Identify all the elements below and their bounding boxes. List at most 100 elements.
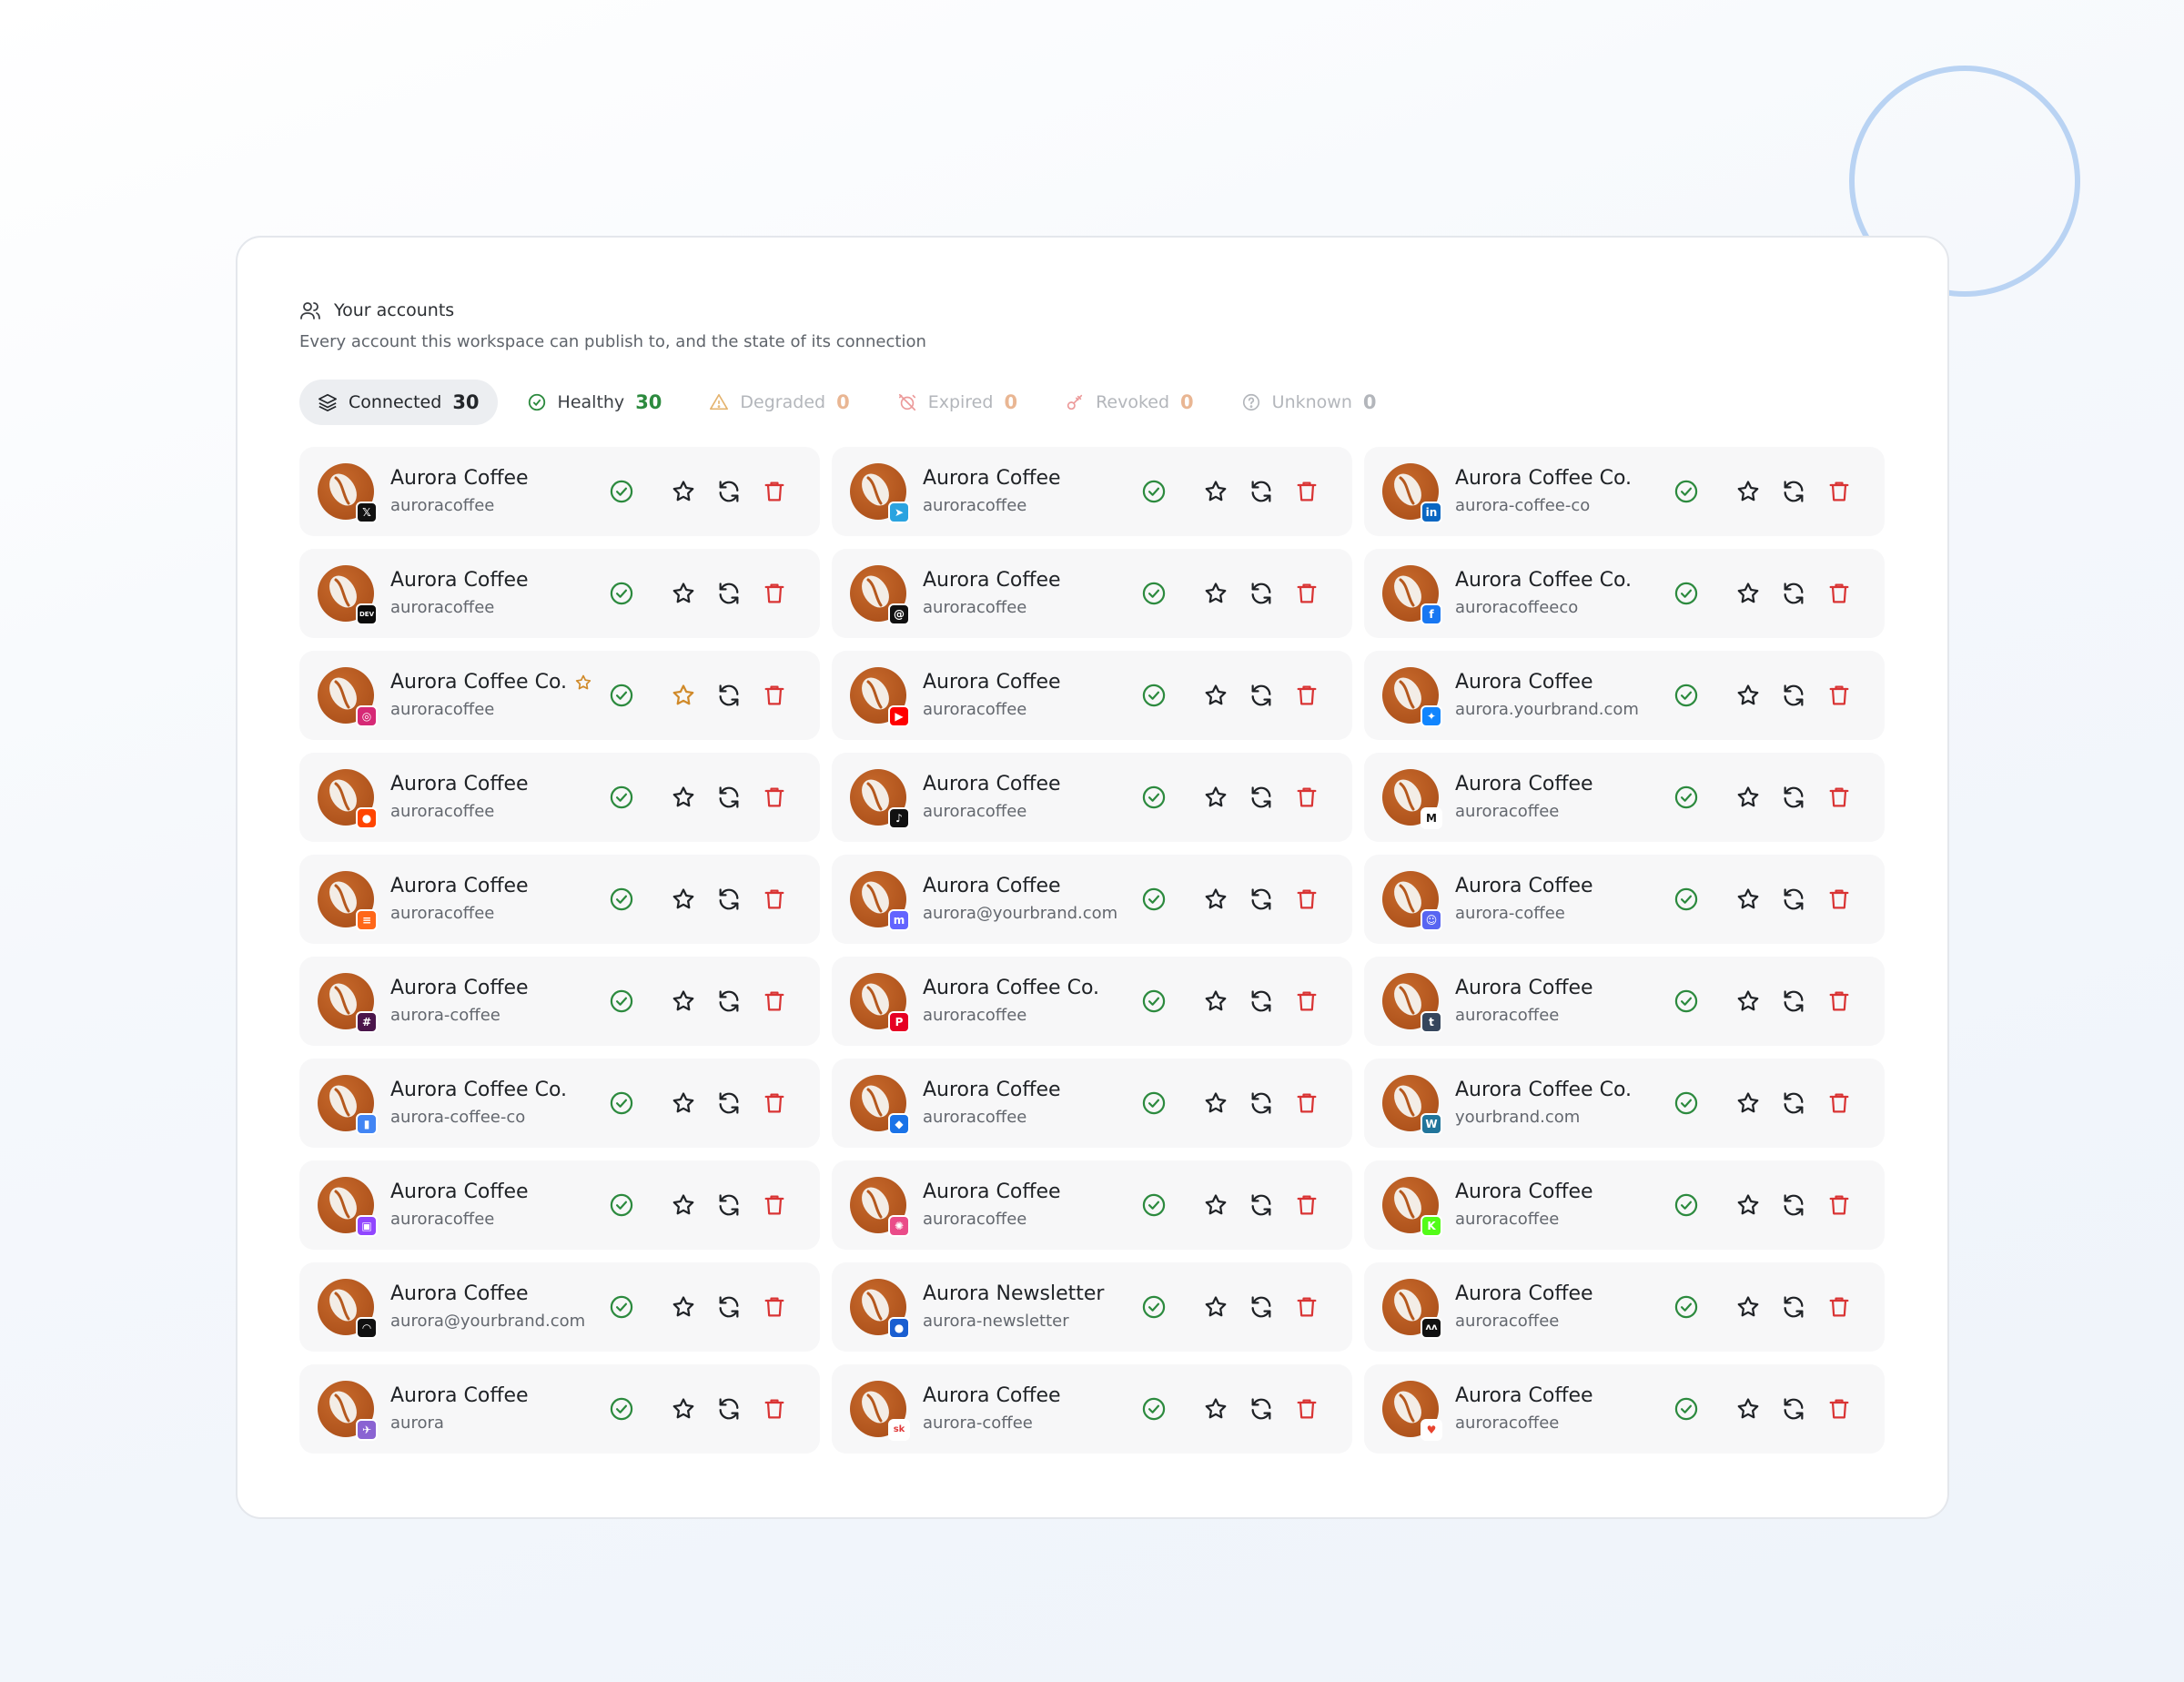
delete-trash-icon[interactable] (1294, 1396, 1320, 1422)
delete-trash-icon[interactable] (1294, 479, 1320, 504)
reconnect-refresh-icon[interactable] (716, 581, 742, 606)
account-card-tumblr[interactable]: t Aurora Coffee auroracoffee (1364, 957, 1885, 1046)
filter-connected[interactable]: Connected 30 (299, 380, 498, 425)
favorite-star-icon[interactable] (671, 479, 696, 504)
account-card-lemmy[interactable]: ◠ Aurora Coffee aurora@yourbrand.com (299, 1262, 820, 1352)
favorite-star-icon[interactable] (1203, 683, 1228, 708)
delete-trash-icon[interactable] (1294, 988, 1320, 1014)
delete-trash-icon[interactable] (762, 1090, 787, 1116)
reconnect-refresh-icon[interactable] (716, 1396, 742, 1422)
account-card-google-business[interactable]: ▮ Aurora Coffee Co. aurora-coffee-co (299, 1059, 820, 1148)
account-card-devto[interactable]: DEV Aurora Coffee auroracoffee (299, 549, 820, 638)
reconnect-refresh-icon[interactable] (1249, 988, 1274, 1014)
account-card-reddit[interactable]: ● Aurora Coffee auroracoffee (299, 753, 820, 842)
account-card-wordpress[interactable]: W Aurora Coffee Co. yourbrand.com (1364, 1059, 1885, 1148)
delete-trash-icon[interactable] (762, 479, 787, 504)
favorite-star-icon[interactable] (1203, 785, 1228, 810)
account-card-mastodon[interactable]: m Aurora Coffee aurora@yourbrand.com (832, 855, 1352, 944)
favorite-star-icon[interactable] (1203, 1396, 1228, 1422)
favorite-star-icon[interactable] (1203, 581, 1228, 606)
account-card-facebook[interactable]: f Aurora Coffee Co. auroracoffeeco (1364, 549, 1885, 638)
reconnect-refresh-icon[interactable] (1781, 1396, 1806, 1422)
reconnect-refresh-icon[interactable] (1781, 479, 1806, 504)
favorite-star-icon[interactable] (1735, 1090, 1761, 1116)
account-card-telegram[interactable]: ➤ Aurora Coffee auroracoffee (832, 447, 1352, 536)
account-card-twitch[interactable]: ▣ Aurora Coffee auroracoffee (299, 1160, 820, 1250)
account-card-x[interactable]: 𝕏 Aurora Coffee auroracoffee (299, 447, 820, 536)
reconnect-refresh-icon[interactable] (1249, 479, 1274, 504)
delete-trash-icon[interactable] (1294, 887, 1320, 912)
reconnect-refresh-icon[interactable] (1781, 581, 1806, 606)
reconnect-refresh-icon[interactable] (1249, 683, 1274, 708)
delete-trash-icon[interactable] (1294, 1090, 1320, 1116)
account-card-instagram[interactable]: ◎ Aurora Coffee Co. auroracoffee (299, 651, 820, 740)
account-card-slack[interactable]: # Aurora Coffee aurora-coffee (299, 957, 820, 1046)
favorite-star-icon[interactable] (1203, 988, 1228, 1014)
delete-trash-icon[interactable] (762, 1192, 787, 1218)
favorite-star-icon[interactable] (671, 1294, 696, 1320)
reconnect-refresh-icon[interactable] (1249, 581, 1274, 606)
delete-trash-icon[interactable] (1826, 1192, 1852, 1218)
favorite-star-icon[interactable] (1735, 785, 1761, 810)
delete-trash-icon[interactable] (762, 988, 787, 1014)
delete-trash-icon[interactable] (1826, 1090, 1852, 1116)
filter-revoked[interactable]: Revoked 0 (1046, 380, 1212, 425)
account-card-google[interactable]: ◆ Aurora Coffee auroracoffee (832, 1059, 1352, 1148)
reconnect-refresh-icon[interactable] (1249, 1090, 1274, 1116)
delete-trash-icon[interactable] (762, 1294, 787, 1320)
account-card-nostr[interactable]: ʌʌ Aurora Coffee auroracoffee (1364, 1262, 1885, 1352)
delete-trash-icon[interactable] (1826, 988, 1852, 1014)
reconnect-refresh-icon[interactable] (716, 1090, 742, 1116)
delete-trash-icon[interactable] (762, 1396, 787, 1422)
reconnect-refresh-icon[interactable] (716, 683, 742, 708)
delete-trash-icon[interactable] (762, 785, 787, 810)
account-card-kick[interactable]: K Aurora Coffee auroracoffee (1364, 1160, 1885, 1250)
reconnect-refresh-icon[interactable] (1781, 887, 1806, 912)
account-card-youtube[interactable]: ▶ Aurora Coffee auroracoffee (832, 651, 1352, 740)
account-card-newsletter[interactable]: ● Aurora Newsletter aurora-newsletter (832, 1262, 1352, 1352)
reconnect-refresh-icon[interactable] (1249, 1192, 1274, 1218)
favorite-star-icon[interactable] (671, 988, 696, 1014)
favorite-star-icon[interactable] (671, 683, 696, 708)
favorite-star-icon[interactable] (1735, 1192, 1761, 1218)
favorite-star-icon[interactable] (671, 581, 696, 606)
favorite-star-icon[interactable] (671, 785, 696, 810)
account-card-medium[interactable]: M Aurora Coffee auroracoffee (1364, 753, 1885, 842)
favorite-star-icon[interactable] (671, 1192, 696, 1218)
delete-trash-icon[interactable] (1826, 887, 1852, 912)
account-card-discord[interactable]: ☺ Aurora Coffee aurora-coffee (1364, 855, 1885, 944)
delete-trash-icon[interactable] (1826, 1294, 1852, 1320)
account-card-pinterest[interactable]: P Aurora Coffee Co. auroracoffee (832, 957, 1352, 1046)
reconnect-refresh-icon[interactable] (1781, 683, 1806, 708)
reconnect-refresh-icon[interactable] (1781, 1294, 1806, 1320)
account-card-skool[interactable]: sk Aurora Coffee aurora-coffee (832, 1364, 1352, 1454)
favorite-star-icon[interactable] (1735, 988, 1761, 1014)
delete-trash-icon[interactable] (1294, 581, 1320, 606)
delete-trash-icon[interactable] (1294, 1294, 1320, 1320)
account-card-substack[interactable]: ≡ Aurora Coffee auroracoffee (299, 855, 820, 944)
favorite-star-icon[interactable] (1203, 887, 1228, 912)
account-card-linkedin[interactable]: in Aurora Coffee Co. aurora-coffee-co (1364, 447, 1885, 536)
favorite-star-icon[interactable] (671, 887, 696, 912)
delete-trash-icon[interactable] (1826, 1396, 1852, 1422)
account-card-vk[interactable]: ♥ Aurora Coffee auroracoffee (1364, 1364, 1885, 1454)
reconnect-refresh-icon[interactable] (1781, 785, 1806, 810)
favorite-star-icon[interactable] (1735, 887, 1761, 912)
reconnect-refresh-icon[interactable] (1249, 1294, 1274, 1320)
reconnect-refresh-icon[interactable] (1781, 1090, 1806, 1116)
reconnect-refresh-icon[interactable] (716, 479, 742, 504)
account-card-dribbble[interactable]: ✺ Aurora Coffee auroracoffee (832, 1160, 1352, 1250)
favorite-star-icon[interactable] (1203, 1192, 1228, 1218)
reconnect-refresh-icon[interactable] (716, 1192, 742, 1218)
filter-degraded[interactable]: Degraded 0 (691, 380, 868, 425)
account-card-threads[interactable]: @ Aurora Coffee auroracoffee (832, 549, 1352, 638)
favorite-star-icon[interactable] (1735, 581, 1761, 606)
favorite-star-icon[interactable] (1735, 479, 1761, 504)
filter-expired[interactable]: Expired 0 (878, 380, 1036, 425)
delete-trash-icon[interactable] (1826, 683, 1852, 708)
delete-trash-icon[interactable] (1826, 785, 1852, 810)
reconnect-refresh-icon[interactable] (1249, 785, 1274, 810)
delete-trash-icon[interactable] (1826, 581, 1852, 606)
favorite-star-icon[interactable] (1203, 1090, 1228, 1116)
account-card-tiktok[interactable]: ♪ Aurora Coffee auroracoffee (832, 753, 1352, 842)
